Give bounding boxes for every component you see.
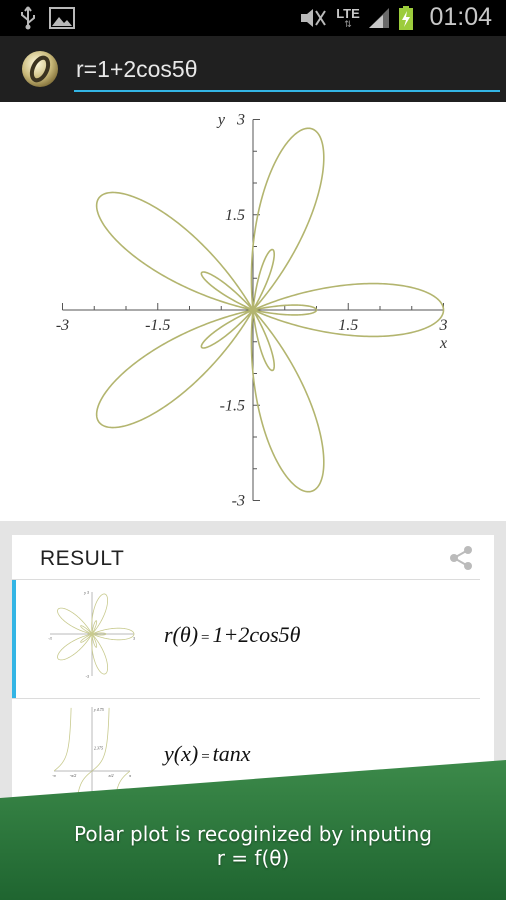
clock: 01:04	[429, 3, 492, 31]
x-tick-label: -1.5	[145, 317, 170, 334]
result-row-polar[interactable]: y 3 -3 -3 3 r(θ) = 1+2cos5θ	[12, 580, 480, 698]
y-tick-label: 1.5	[225, 207, 245, 224]
usb-icon	[16, 0, 40, 36]
thumb-tick-label: 2.375	[94, 745, 103, 750]
thumb-tick-label: -3	[86, 674, 89, 679]
image-notification-icon	[48, 0, 76, 36]
thumb-tick-label: 3	[133, 636, 135, 641]
result-formula: r(θ) = 1+2cos5θ	[164, 622, 301, 647]
y-axis-label: y	[216, 112, 226, 129]
formula-input[interactable]	[74, 48, 500, 92]
thumb-tick-label: -3	[48, 636, 51, 641]
mute-icon	[298, 0, 328, 36]
result-title: RESULT	[40, 547, 125, 570]
status-bar: LTE ⇅ 01:04	[0, 0, 506, 36]
x-axis-label: x	[439, 335, 447, 352]
promo-text: Polar plot is recoginized by inputing r …	[74, 822, 432, 870]
share-icon[interactable]	[448, 545, 474, 571]
y-tick-label: 3	[236, 112, 245, 129]
thumb-tick-label: y 4.75	[93, 707, 104, 712]
polar-chart: -3 -1.5 1.5 331.5-1.5-3xy	[56, 112, 448, 510]
battery-charging-icon	[396, 0, 416, 36]
app-logo-icon[interactable]	[20, 49, 60, 89]
signal-icon	[366, 0, 392, 36]
action-bar	[0, 36, 506, 102]
polar-rose-thumbnail: y 3 -3 -3 3	[48, 590, 135, 679]
plot-area[interactable]: -3 -1.5 1.5 3 3 1.5 -1.5 -3 x y	[0, 102, 506, 521]
x-tick-label: -3	[56, 317, 69, 334]
y-tick-label: -1.5	[220, 397, 245, 414]
x-tick-label: 1.5	[338, 317, 358, 334]
y-tick-label: -3	[232, 493, 245, 510]
thumb-tick-label: y 3	[83, 590, 89, 595]
network-type: LTE ⇅	[336, 6, 360, 30]
